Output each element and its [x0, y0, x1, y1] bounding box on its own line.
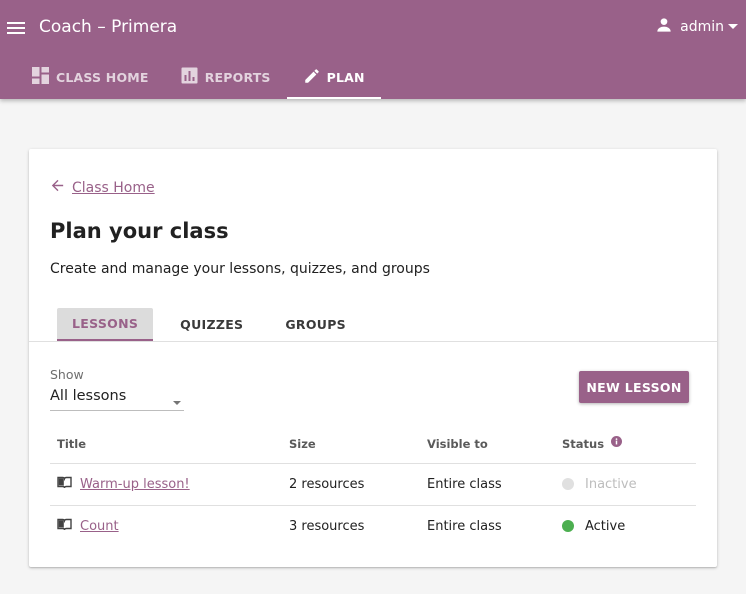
header-label: Title — [57, 436, 87, 451]
filter-label: Show — [50, 367, 84, 382]
person-icon — [654, 15, 674, 39]
lesson-title-link[interactable]: Count — [80, 519, 119, 534]
column-header-title: Title — [50, 425, 282, 464]
column-header-status: Status — [555, 425, 696, 464]
lesson-icon — [57, 518, 72, 534]
status-cell: Inactive — [555, 463, 696, 506]
dropdown-arrow-icon — [172, 393, 182, 412]
back-link-label: Class Home — [72, 179, 155, 196]
column-header-visible-to: Visible to — [420, 425, 555, 464]
filter-selected-value: All lessons — [50, 388, 127, 404]
status-dot-active — [562, 520, 574, 533]
lesson-title-link[interactable]: Warm-up lesson! — [80, 477, 190, 492]
tab-reports[interactable]: REPORTS — [165, 56, 287, 99]
tab-groups[interactable]: GROUPS — [270, 308, 361, 341]
size-cell: 3 resources — [289, 518, 365, 534]
visible-to-cell: Entire class — [427, 518, 502, 534]
plan-subtabs: LESSONS QUIZZES GROUPS — [57, 308, 373, 341]
bar-chart-icon — [181, 67, 205, 88]
menu-icon[interactable] — [6, 18, 26, 38]
username: admin — [680, 19, 724, 35]
info-icon[interactable] — [611, 435, 623, 450]
tab-quizzes[interactable]: QUIZZES — [165, 308, 258, 341]
header-label: Status — [562, 436, 605, 451]
lesson-filter-select[interactable]: All lessons — [50, 385, 184, 411]
table-row: Warm-up lesson! 2 resources Entire class… — [50, 463, 696, 506]
pencil-icon — [303, 67, 327, 88]
tab-plan[interactable]: PLAN — [286, 56, 381, 99]
table-header-row: Title Size Visible to Status — [50, 425, 696, 464]
tab-label: PLAN — [326, 70, 365, 85]
status-cell: Active — [555, 505, 696, 547]
status-label: Active — [585, 518, 626, 534]
page-title: Plan your class — [50, 219, 229, 243]
dashboard-icon — [32, 67, 56, 88]
header-label: Visible to — [427, 436, 488, 451]
tab-lessons[interactable]: LESSONS — [57, 308, 154, 341]
tab-class-home[interactable]: CLASS HOME — [16, 56, 165, 99]
visible-to-cell: Entire class — [420, 463, 555, 506]
app-title: Coach – Primera — [39, 17, 178, 37]
divider — [29, 341, 717, 342]
title-cell: Warm-up lesson! — [50, 463, 282, 506]
back-to-class-home-link[interactable]: Class Home — [49, 177, 155, 198]
new-lesson-button[interactable]: NEW LESSON — [579, 371, 689, 403]
arrow-back-icon — [49, 177, 66, 198]
user-menu[interactable]: admin — [654, 15, 740, 39]
tab-label: REPORTS — [204, 70, 271, 85]
status-dot-inactive — [562, 478, 574, 490]
lessons-table: Title Size Visible to Status Warm-up les… — [50, 425, 696, 547]
title-cell: Count — [50, 505, 282, 547]
column-header-size: Size — [282, 425, 420, 464]
chevron-down-icon — [726, 18, 740, 37]
header-label: Size — [289, 436, 316, 451]
size-cell: 2 resources — [282, 463, 420, 506]
table-row: Count 3 resources Entire class Active — [50, 505, 696, 547]
page-subtitle: Create and manage your lessons, quizzes,… — [50, 261, 430, 277]
plan-card: Class Home Plan your class Create and ma… — [29, 149, 717, 567]
status-label: Inactive — [585, 476, 637, 492]
nav-tabs: CLASS HOME REPORTS PLAN — [16, 56, 381, 99]
tab-label: CLASS HOME — [56, 70, 149, 85]
lesson-icon — [57, 476, 72, 492]
app-bar: Coach – Primera admin CLASS HOME REPORTS — [0, 0, 746, 99]
